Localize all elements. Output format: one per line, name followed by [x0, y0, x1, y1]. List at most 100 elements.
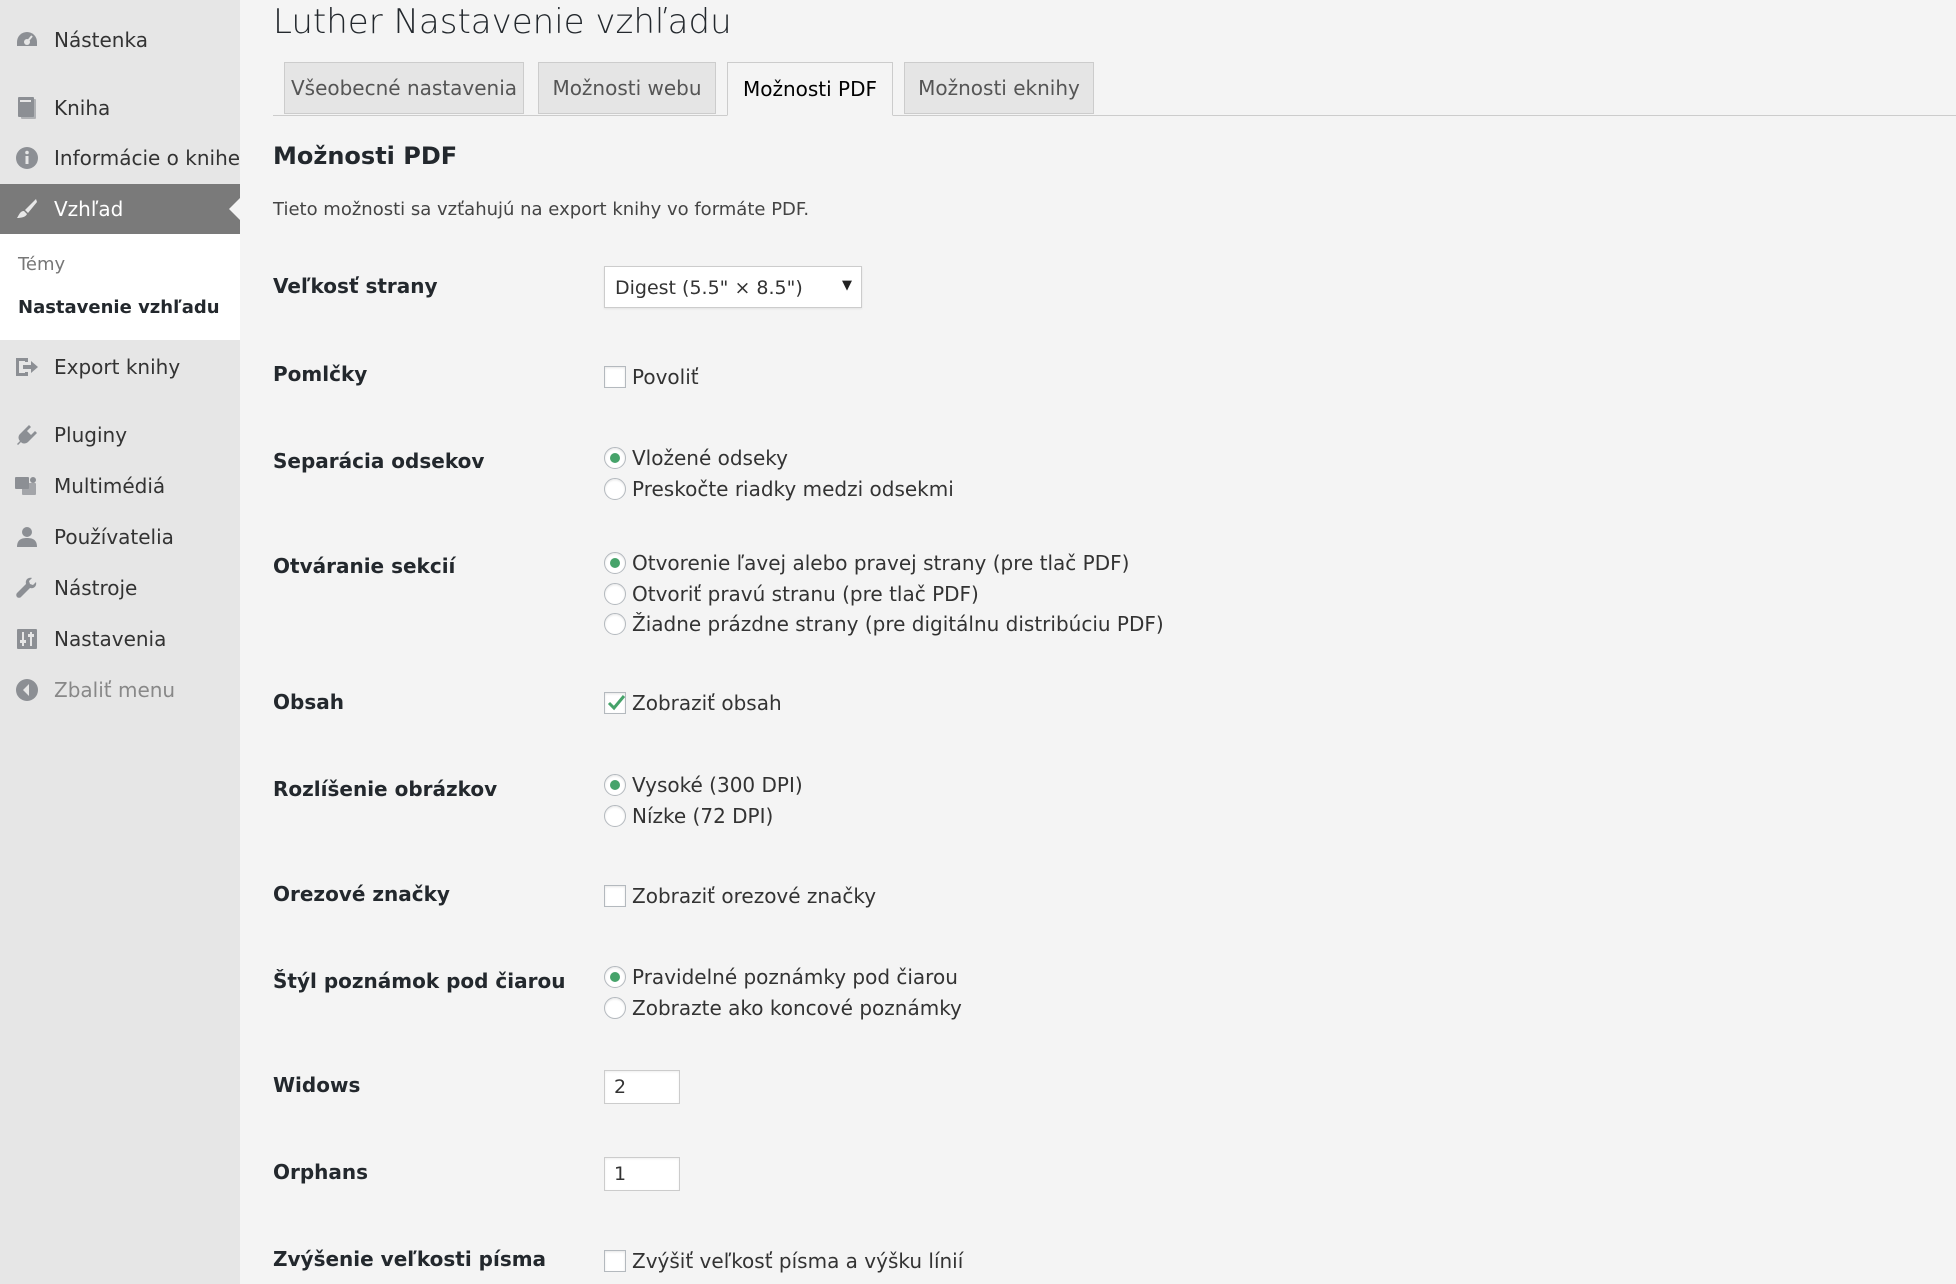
collapse-icon [14, 678, 40, 702]
section-openings-radio[interactable] [604, 552, 626, 574]
section-openings-option-label: Žiadne prázdne strany (pre digitálnu dis… [632, 612, 1164, 636]
tab-ebook-options[interactable]: Možnosti eknihy [904, 62, 1094, 114]
submenu-item-themes[interactable]: Témy [18, 254, 65, 275]
section-openings-radio[interactable] [604, 613, 626, 635]
sidebar-item-export[interactable]: Export knihy [0, 342, 240, 392]
sidebar-item-tools[interactable]: Nástroje [0, 563, 240, 613]
section-openings-radio[interactable] [604, 583, 626, 605]
sidebar-item-book[interactable]: Kniha [0, 83, 240, 133]
sidebar-item-settings[interactable]: Nastavenia [0, 614, 240, 664]
font-size-option[interactable]: Zvýšiť veľkosť písma a výšku línií [604, 1248, 963, 1274]
crop-marks-option[interactable]: Zobraziť orezové značky [604, 883, 876, 909]
crop-marks-checkbox[interactable] [604, 885, 626, 907]
sidebar-item-dashboard[interactable]: Nástenka [0, 15, 240, 65]
export-icon [14, 355, 40, 379]
paragraph-separation-option[interactable]: Vložené odseky [604, 445, 788, 471]
checkmark-icon [607, 695, 626, 711]
sidebar-item-label: Informácie o knihe [54, 146, 241, 170]
page-size-selected-value: Digest (5.5" × 8.5") [615, 277, 803, 299]
footnote-style-radio[interactable] [604, 997, 626, 1019]
tabs-divider [273, 115, 1956, 116]
sidebar-item-users[interactable]: Používatelia [0, 512, 240, 562]
tab-pdf-options[interactable]: Možnosti PDF [727, 62, 893, 116]
page-size-label: Veľkosť strany [273, 274, 438, 298]
plugin-icon [14, 423, 40, 447]
section-title: Možnosti PDF [273, 142, 458, 170]
image-resolution-radio[interactable] [604, 805, 626, 827]
sidebar-item-appearance[interactable]: Vzhľad [0, 184, 240, 234]
footnote-style-radio[interactable] [604, 966, 626, 988]
tab-general-settings[interactable]: Všeobecné nastavenia [284, 62, 524, 114]
sidebar-item-label: Multimédiá [54, 474, 166, 498]
image-resolution-option[interactable]: Nízke (72 DPI) [604, 803, 773, 829]
sidebar-item-label: Nastavenia [54, 627, 167, 651]
toc-option[interactable]: Zobraziť obsah [604, 690, 782, 716]
book-icon [14, 96, 40, 120]
settings-icon [14, 627, 40, 651]
user-icon [14, 525, 40, 549]
footnote-style-label: Štýl poznámok pod čiarou [273, 969, 566, 993]
footnote-style-option[interactable]: Pravidelné poznámky pod čiarou [604, 964, 958, 990]
crop-marks-label: Orezové značky [273, 882, 450, 906]
toc-option-label: Zobraziť obsah [632, 691, 782, 715]
dashboard-icon [14, 28, 40, 52]
sidebar-item-label: Vzhľad [54, 197, 124, 221]
section-openings-label: Otváranie sekcií [273, 554, 456, 578]
paintbrush-icon [14, 197, 40, 221]
page-title: Luther Nastavenie vzhľadu [273, 2, 732, 42]
font-size-option-label: Zvýšiť veľkosť písma a výšku línií [632, 1249, 964, 1273]
widows-label: Widows [273, 1073, 361, 1097]
admin-sidebar: Nástenka Kniha Informácie o knihe Vzhľad… [0, 0, 240, 1284]
hyphens-label: Pomlčky [273, 362, 368, 386]
paragraph-separation-label: Separácia odsekov [273, 449, 485, 473]
paragraph-separation-option-label: Vložené odseky [632, 446, 788, 470]
media-icon [14, 474, 40, 498]
sidebar-item-media[interactable]: Multimédiá [0, 461, 240, 511]
paragraph-separation-radio[interactable] [604, 478, 626, 500]
section-description: Tieto možnosti sa vzťahujú na export kni… [273, 199, 810, 220]
sidebar-item-label: Používatelia [54, 525, 174, 549]
crop-marks-option-label: Zobraziť orezové značky [632, 884, 877, 908]
paragraph-separation-option-label: Preskočte riadky medzi odsekmi [632, 477, 954, 501]
image-resolution-label: Rozlíšenie obrázkov [273, 777, 498, 801]
footnote-style-option[interactable]: Zobrazte ako koncové poznámky [604, 995, 962, 1021]
sidebar-item-label: Nástroje [54, 576, 138, 600]
orphans-label: Orphans [273, 1160, 369, 1184]
paragraph-separation-radio[interactable] [604, 447, 626, 469]
hyphens-option[interactable]: Povoliť [604, 364, 699, 390]
sidebar-item-book-info[interactable]: Informácie o knihe [0, 133, 240, 183]
sidebar-item-label: Pluginy [54, 423, 128, 447]
image-resolution-option[interactable]: Vysoké (300 DPI) [604, 772, 803, 798]
section-openings-option[interactable]: Otvorenie ľavej alebo pravej strany (pre… [604, 550, 1129, 576]
wrench-icon [14, 576, 40, 600]
widows-input[interactable] [604, 1070, 680, 1104]
dropdown-arrow-icon: ▼ [842, 278, 852, 293]
font-size-label: Zvýšenie veľkosti písma [273, 1247, 547, 1271]
sidebar-collapse-menu[interactable]: Zbaliť menu [0, 665, 240, 715]
footnote-style-option-label: Zobrazte ako koncové poznámky [632, 996, 962, 1020]
sidebar-item-label: Nástenka [54, 28, 148, 52]
section-openings-option[interactable]: Otvoriť pravú stranu (pre tlač PDF) [604, 581, 979, 607]
page-size-select[interactable]: Digest (5.5" × 8.5") ▼ [604, 266, 862, 308]
main-content: Luther Nastavenie vzhľadu Všeobecné nast… [240, 0, 1956, 1284]
image-resolution-option-label: Nízke (72 DPI) [632, 804, 774, 828]
font-size-checkbox[interactable] [604, 1250, 626, 1272]
sidebar-item-label: Zbaliť menu [54, 678, 176, 702]
app-window: Nástenka Kniha Informácie o knihe Vzhľad… [0, 0, 1956, 1284]
sidebar-item-label: Export knihy [54, 355, 181, 379]
image-resolution-option-label: Vysoké (300 DPI) [632, 773, 803, 797]
paragraph-separation-option[interactable]: Preskočte riadky medzi odsekmi [604, 476, 954, 502]
image-resolution-radio[interactable] [604, 774, 626, 796]
tab-web-options[interactable]: Možnosti webu [538, 62, 716, 114]
section-openings-option-label: Otvorenie ľavej alebo pravej strany (pre… [632, 551, 1130, 575]
submenu-item-appearance-settings[interactable]: Nastavenie vzhľadu [18, 297, 220, 318]
orphans-input[interactable] [604, 1157, 680, 1191]
hyphens-checkbox[interactable] [604, 366, 626, 388]
hyphens-option-label: Povoliť [632, 365, 699, 389]
appearance-submenu: Témy Nastavenie vzhľadu [0, 234, 240, 340]
section-openings-option[interactable]: Žiadne prázdne strany (pre digitálnu dis… [604, 611, 1164, 637]
settings-tabs: Všeobecné nastavenia Možnosti webu Možno… [240, 62, 1956, 116]
toc-checkbox[interactable] [604, 692, 626, 714]
toc-label: Obsah [273, 690, 344, 714]
sidebar-item-plugins[interactable]: Pluginy [0, 410, 240, 460]
